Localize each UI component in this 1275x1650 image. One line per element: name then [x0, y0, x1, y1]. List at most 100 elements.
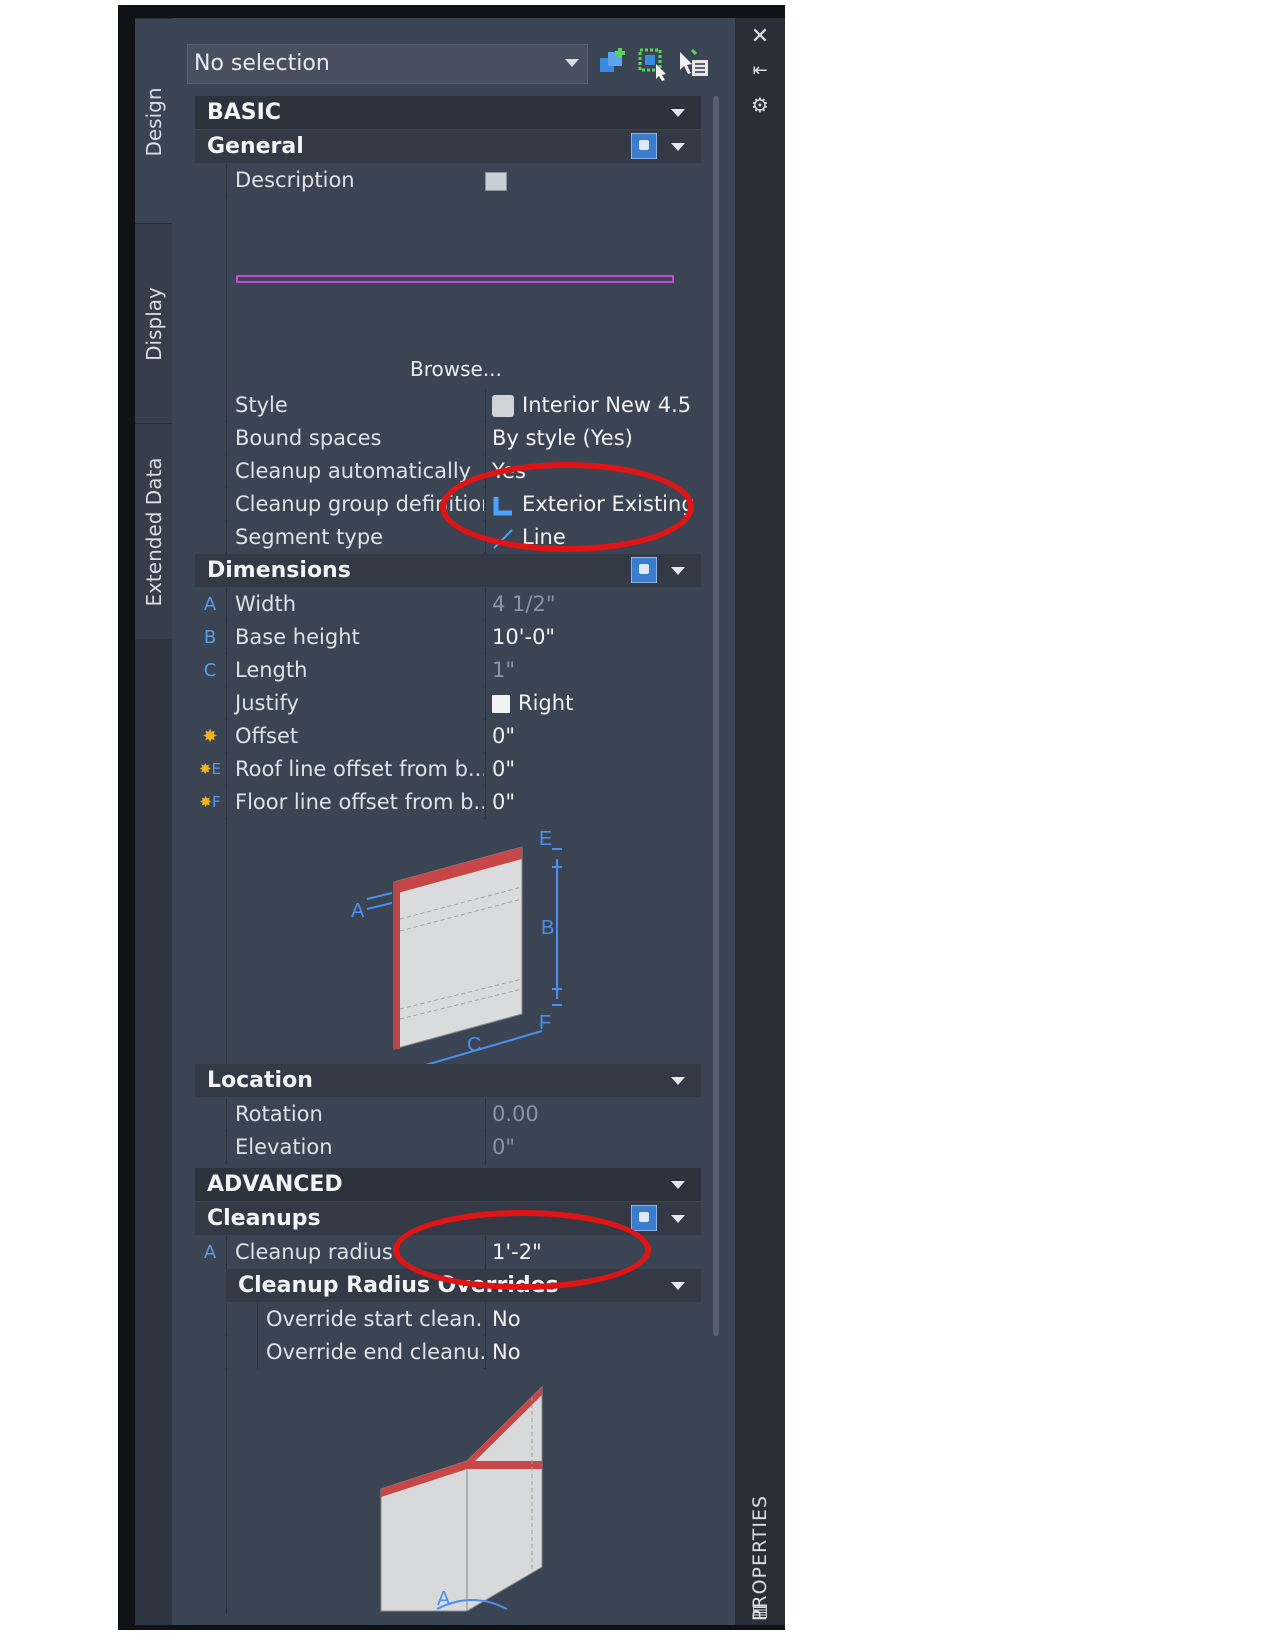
diagram-label: A: [351, 900, 365, 922]
property-row-justify[interactable]: Justify Right: [195, 687, 701, 720]
chevron-down-icon[interactable]: [671, 1282, 685, 1290]
section-dimensions-title: Dimensions: [207, 558, 351, 583]
chevron-down-icon[interactable]: [671, 143, 685, 151]
chevron-down-icon[interactable]: [671, 1215, 685, 1223]
dimension-key: A: [195, 1236, 225, 1269]
property-row-override-end[interactable]: Override end cleanu... No: [195, 1336, 701, 1369]
property-row-base-height[interactable]: B Base height 10'-0": [195, 621, 701, 654]
property-value[interactable]: Right: [485, 687, 701, 720]
quick-select-icon[interactable]: [631, 557, 657, 583]
section-general-title: General: [207, 134, 304, 159]
property-label: Override start clean...: [257, 1303, 484, 1336]
section-location[interactable]: Location: [195, 1064, 701, 1097]
property-value[interactable]: Interior New 4.5: [485, 389, 701, 422]
description-editor-icon[interactable]: [485, 172, 507, 191]
tab-extended-data[interactable]: Extended Data: [135, 423, 172, 639]
offset-icon: ✸: [199, 793, 212, 811]
property-label: Style: [226, 389, 484, 422]
property-row-override-start[interactable]: Override start clean... No: [195, 1303, 701, 1336]
dimension-key: F: [211, 793, 221, 811]
property-value[interactable]: No: [485, 1336, 701, 1369]
wall-preview-graphic: [236, 275, 674, 283]
justify-icon: [492, 695, 510, 713]
section-cleanups-title: Cleanups: [207, 1206, 321, 1231]
property-label: Override end cleanu...: [257, 1336, 484, 1369]
property-row-offset[interactable]: ✸ Offset 0": [195, 720, 701, 753]
properties-content: BASIC General Description Browse... Styl…: [195, 96, 702, 1616]
selection-value: No selection: [194, 51, 330, 76]
dimension-key: B: [195, 621, 225, 654]
property-label: Roof line offset from b...: [226, 753, 484, 786]
section-location-title: Location: [207, 1068, 313, 1093]
quick-select-icon[interactable]: [631, 1205, 657, 1231]
property-label: Rotation: [226, 1098, 484, 1131]
section-advanced-title: ADVANCED: [207, 1172, 343, 1197]
chevron-down-icon[interactable]: [671, 1181, 685, 1189]
property-value[interactable]: 0": [485, 753, 701, 786]
tab-display[interactable]: Display: [135, 223, 172, 424]
palette-title-strip: ✕ ⇤ ⚙ PROPERTIES ▤: [735, 18, 785, 1625]
section-advanced[interactable]: ADVANCED: [195, 1168, 701, 1201]
property-value[interactable]: No: [485, 1303, 701, 1336]
property-row-style[interactable]: Style Interior New 4.5: [195, 389, 701, 422]
chevron-down-icon[interactable]: [671, 567, 685, 575]
description-row[interactable]: Description: [195, 164, 701, 197]
close-icon[interactable]: ✕: [747, 24, 773, 50]
cleanup-radius-illustration: A: [380, 1385, 543, 1612]
property-row-roof-offset[interactable]: ✸E Roof line offset from b... 0": [195, 753, 701, 786]
property-label: Length: [226, 654, 484, 687]
property-row-elevation[interactable]: Elevation 0": [195, 1131, 701, 1164]
property-value[interactable]: 1": [485, 654, 701, 687]
property-label: Bound spaces: [226, 422, 484, 455]
property-value[interactable]: By style (Yes): [485, 422, 701, 455]
property-label: Width: [226, 588, 484, 621]
tab-design[interactable]: Design: [135, 18, 172, 224]
description-label: Description: [226, 164, 701, 197]
browse-button[interactable]: Browse...: [410, 357, 502, 381]
property-row-floor-offset[interactable]: ✸F Floor line offset from b... 0": [195, 786, 701, 819]
description-preview: Browse...: [226, 197, 702, 389]
wall-dimensions-illustration: A B C E F: [351, 828, 562, 1070]
property-row-length[interactable]: C Length 1": [195, 654, 701, 687]
auto-hide-icon[interactable]: ⇤: [747, 58, 773, 84]
diagram-label: B: [541, 917, 554, 939]
section-basic[interactable]: BASIC: [195, 96, 701, 129]
diagram-label: C: [467, 1034, 481, 1056]
chevron-down-icon[interactable]: [671, 109, 685, 117]
property-value[interactable]: 0": [485, 1131, 701, 1164]
style-icon: [492, 395, 514, 417]
dimension-key: C: [195, 654, 225, 687]
dimension-key: E: [211, 760, 222, 778]
chevron-down-icon[interactable]: [671, 1077, 685, 1085]
properties-panel-icon[interactable]: ▤: [747, 1598, 773, 1624]
property-value[interactable]: 4 1/2": [485, 588, 701, 621]
diagram-label: F: [539, 1012, 551, 1034]
property-label: Elevation: [226, 1131, 484, 1164]
add-to-selection-icon[interactable]: [596, 46, 632, 82]
property-label: Offset: [226, 720, 484, 753]
property-row-width[interactable]: A Width 4 1/2": [195, 588, 701, 621]
selection-dropdown[interactable]: No selection: [187, 44, 588, 84]
cleanups-diagram: A: [226, 1369, 702, 1614]
property-label: Floor line offset from b...: [226, 786, 484, 819]
property-row-bound-spaces[interactable]: Bound spaces By style (Yes): [195, 422, 701, 455]
select-objects-icon[interactable]: [676, 46, 712, 82]
property-value[interactable]: 10'-0": [485, 621, 701, 654]
offset-icon: ✸: [195, 720, 225, 753]
property-label: Base height: [226, 621, 484, 654]
section-dimensions[interactable]: Dimensions: [195, 554, 701, 587]
property-value[interactable]: 0": [485, 786, 701, 819]
property-row-rotation[interactable]: Rotation 0.00: [195, 1098, 701, 1131]
chevron-down-icon: [565, 59, 579, 67]
tab-extended-data-label: Extended Data: [141, 456, 166, 607]
property-label: Justify: [226, 687, 484, 720]
settings-icon[interactable]: ⚙: [747, 92, 773, 118]
quick-select-icon[interactable]: [631, 133, 657, 159]
property-value[interactable]: 0": [485, 720, 701, 753]
tab-design-label: Design: [141, 86, 166, 157]
quick-select-icon[interactable]: [636, 46, 672, 82]
section-basic-title: BASIC: [207, 100, 281, 125]
property-value[interactable]: 0.00: [485, 1098, 701, 1131]
scrollbar[interactable]: [713, 96, 719, 1336]
section-general[interactable]: General: [195, 130, 701, 163]
